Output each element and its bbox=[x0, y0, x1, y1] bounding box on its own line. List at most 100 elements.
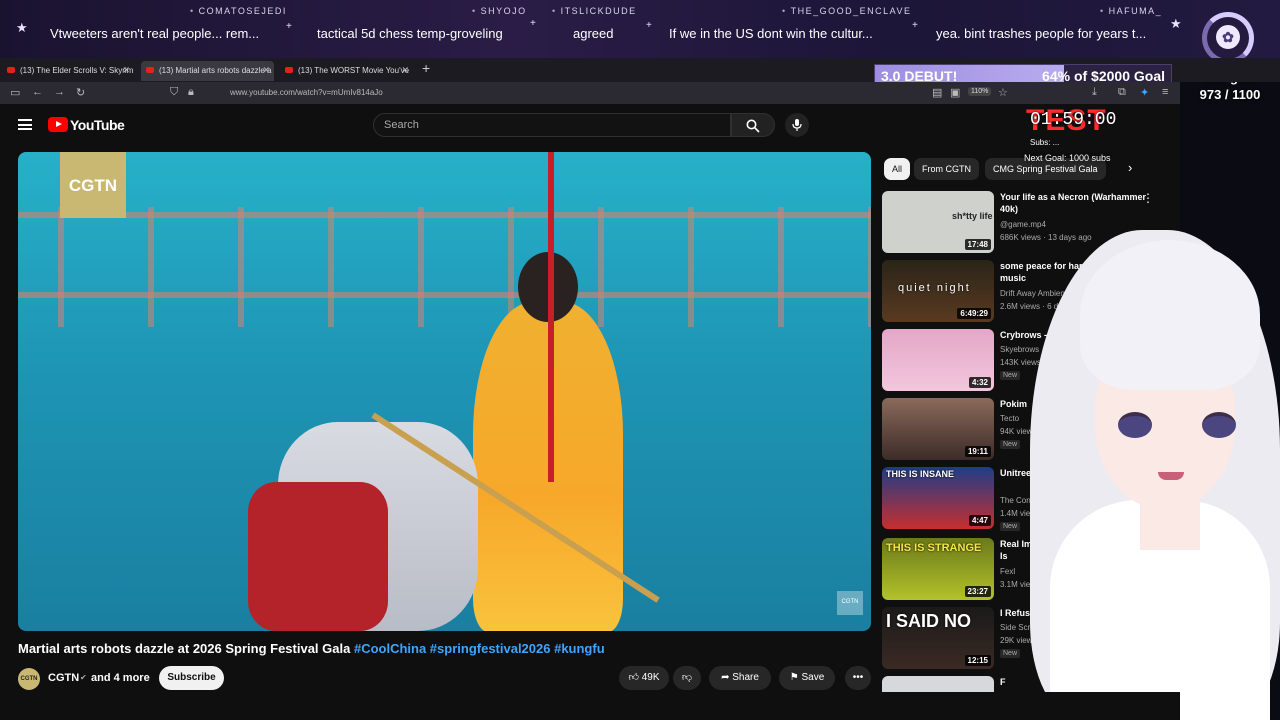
duration-badge: 4:32 bbox=[968, 377, 991, 388]
hamburger-menu-icon[interactable] bbox=[18, 119, 32, 130]
vtuber-avatar bbox=[1010, 200, 1280, 720]
share-label: Share bbox=[732, 672, 759, 683]
menu-icon[interactable]: ≡ bbox=[1162, 86, 1168, 98]
avatar-mouth bbox=[1158, 472, 1184, 480]
search-placeholder: Search bbox=[384, 119, 419, 131]
browser-tab-active[interactable]: (13) Martial arts robots dazzle a ✕ bbox=[141, 61, 274, 81]
subscribe-button[interactable]: Subscribe bbox=[159, 666, 224, 690]
thumbnail-text: THIS IS STRANGE bbox=[886, 542, 982, 554]
thumbnail-text: I SAID NO bbox=[886, 611, 972, 631]
thumbnail: quiet night 6:49:29 bbox=[882, 260, 994, 322]
sub-goal-ring: ✿ bbox=[1202, 12, 1254, 64]
download-icon[interactable]: ⤓ bbox=[1092, 86, 1097, 99]
youtube-favicon bbox=[146, 67, 154, 73]
url-bar[interactable]: www.youtube.com/watch?v=mUmIv814aJo bbox=[230, 88, 383, 97]
new-tab-button[interactable]: + bbox=[422, 60, 430, 76]
close-icon[interactable]: ✕ bbox=[262, 65, 270, 76]
thumbs-up-icon: 👍︎ bbox=[628, 672, 639, 683]
video-title-text: Martial arts robots dazzle at 2026 Sprin… bbox=[18, 641, 351, 656]
sub-goal-count: 973 / 1100 bbox=[1199, 87, 1261, 102]
extensions-icon[interactable]: ⧉ bbox=[1118, 86, 1126, 99]
thumbnail-text: THIS IS INSANE bbox=[886, 469, 955, 479]
chip-from-cgtn[interactable]: From CGTN bbox=[914, 158, 979, 180]
browser-tab[interactable]: (13) The WORST Movie You've ✕ bbox=[280, 61, 413, 81]
shield-icon: ⛉ bbox=[170, 86, 179, 98]
close-icon[interactable]: ✕ bbox=[122, 65, 130, 76]
duration-badge: 17:48 bbox=[964, 239, 991, 250]
chat-user: HAFUMA_ bbox=[1108, 6, 1163, 16]
microphone-icon bbox=[792, 119, 802, 131]
duration-badge: 12:15 bbox=[964, 655, 991, 666]
sidebar-icon[interactable]: ▭ bbox=[10, 86, 20, 99]
search-button[interactable] bbox=[731, 113, 775, 137]
like-button[interactable]: 👍︎ 49K bbox=[619, 666, 669, 690]
extension-icon[interactable]: ✦ bbox=[1140, 86, 1149, 99]
chat-user: THE_GOOD_ENCLAVE bbox=[790, 6, 912, 16]
thumbnail-text: sh*tty life bbox=[952, 211, 993, 221]
chat-text: yea. bint trashes people for years t... bbox=[936, 26, 1147, 41]
voice-search-button[interactable] bbox=[785, 113, 809, 137]
tab-label: (13) Martial arts robots dazzle a bbox=[159, 66, 272, 75]
plus-icon: + bbox=[912, 20, 918, 31]
avatar-bangs bbox=[1080, 240, 1260, 390]
thumbnail bbox=[882, 676, 994, 692]
duration-badge: 4:47 bbox=[968, 515, 991, 526]
more-actions-button[interactable]: ••• bbox=[845, 666, 871, 690]
reader-icon[interactable]: ▤ bbox=[932, 86, 942, 99]
thumbnail-text: quiet night bbox=[898, 282, 971, 294]
share-icon: ➦ bbox=[721, 672, 730, 683]
back-icon[interactable]: ← bbox=[32, 86, 43, 98]
chevron-right-icon[interactable]: › bbox=[1128, 160, 1132, 175]
channel-collab-more[interactable]: and 4 more bbox=[91, 672, 150, 684]
page-bottom bbox=[0, 692, 1180, 720]
browser-tab[interactable]: (13) The Elder Scrolls V: Skyrim ✕ bbox=[2, 61, 134, 81]
thumbnail: THIS IS INSANE 4:47 bbox=[882, 467, 994, 529]
chat-text: Vtweeters aren't real people... rem... bbox=[50, 26, 260, 41]
channel-name[interactable]: CGTN bbox=[48, 672, 79, 684]
save-label: Save bbox=[801, 672, 825, 683]
search-input[interactable]: Search bbox=[373, 113, 731, 137]
star-icon: ★ bbox=[16, 20, 28, 35]
like-count: 49K bbox=[641, 672, 660, 683]
staff bbox=[548, 152, 554, 482]
thumbnail: sh*tty life 17:48 bbox=[882, 191, 994, 253]
chat-text: agreed bbox=[573, 26, 614, 41]
bookmark-star-icon[interactable]: ☆ bbox=[998, 86, 1008, 99]
thumbnail: I SAID NO 12:15 bbox=[882, 607, 994, 669]
forward-icon[interactable]: → bbox=[54, 86, 65, 98]
close-icon[interactable]: ✕ bbox=[401, 65, 409, 76]
chip-all[interactable]: All bbox=[884, 158, 911, 180]
screen: ★ • COMATOSEJEDI Vtweeters aren't real pe… bbox=[0, 0, 1280, 720]
search-icon bbox=[746, 119, 760, 133]
bookmark-icon: ⚑ bbox=[789, 672, 799, 683]
lock-icon: 🔒︎ bbox=[188, 86, 194, 98]
plus-icon: + bbox=[286, 21, 292, 32]
video-player[interactable]: CGTN CGTN bbox=[18, 152, 871, 631]
chat-text: If we in the US dont win the cultur... bbox=[669, 26, 873, 41]
channel-avatar[interactable]: CGTN bbox=[18, 668, 40, 690]
stream-timer: 01:59:00 bbox=[1030, 110, 1117, 130]
reload-icon[interactable]: ↻ bbox=[76, 86, 85, 99]
screenshot-icon[interactable]: ▣ bbox=[950, 86, 960, 99]
channel-row: CGTN CGTN ✔ and 4 more Subscribe 👍︎ 49K … bbox=[18, 666, 1018, 690]
paw-icon: ✿ bbox=[1216, 25, 1240, 49]
youtube-favicon bbox=[7, 67, 15, 73]
avatar-eye bbox=[1118, 412, 1152, 438]
video-hashtags[interactable]: #CoolChina #springfestival2026 #kungfu bbox=[354, 641, 605, 656]
dislike-button[interactable]: 👎︎ bbox=[673, 666, 701, 690]
subs-line: Subs: ... bbox=[1030, 138, 1060, 147]
video-title: Martial arts robots dazzle at 2026 Sprin… bbox=[18, 641, 605, 656]
youtube-play-icon bbox=[48, 117, 68, 132]
share-button[interactable]: ➦ Share bbox=[709, 666, 771, 690]
chat-ticker: ★ • COMATOSEJEDI Vtweeters aren't real pe… bbox=[0, 0, 1280, 58]
duration-badge: 23:27 bbox=[964, 586, 991, 597]
duration-badge: 19:11 bbox=[964, 446, 991, 457]
browser-navbar: ▭ ← → ↻ ⛉ 🔒︎ www.youtube.com/watch?v=mUm… bbox=[0, 82, 1180, 104]
video-backdrop bbox=[18, 212, 871, 218]
chat-user: SHYOJO bbox=[480, 6, 527, 16]
save-button[interactable]: ⚑ Save bbox=[779, 666, 835, 690]
plus-icon: + bbox=[530, 18, 536, 29]
youtube-page: YouTube Search CGTN CGTN Martial arts ro… bbox=[0, 104, 1180, 720]
zoom-level[interactable]: 110% bbox=[968, 87, 992, 96]
thumbs-down-icon: 👎︎ bbox=[681, 672, 693, 683]
